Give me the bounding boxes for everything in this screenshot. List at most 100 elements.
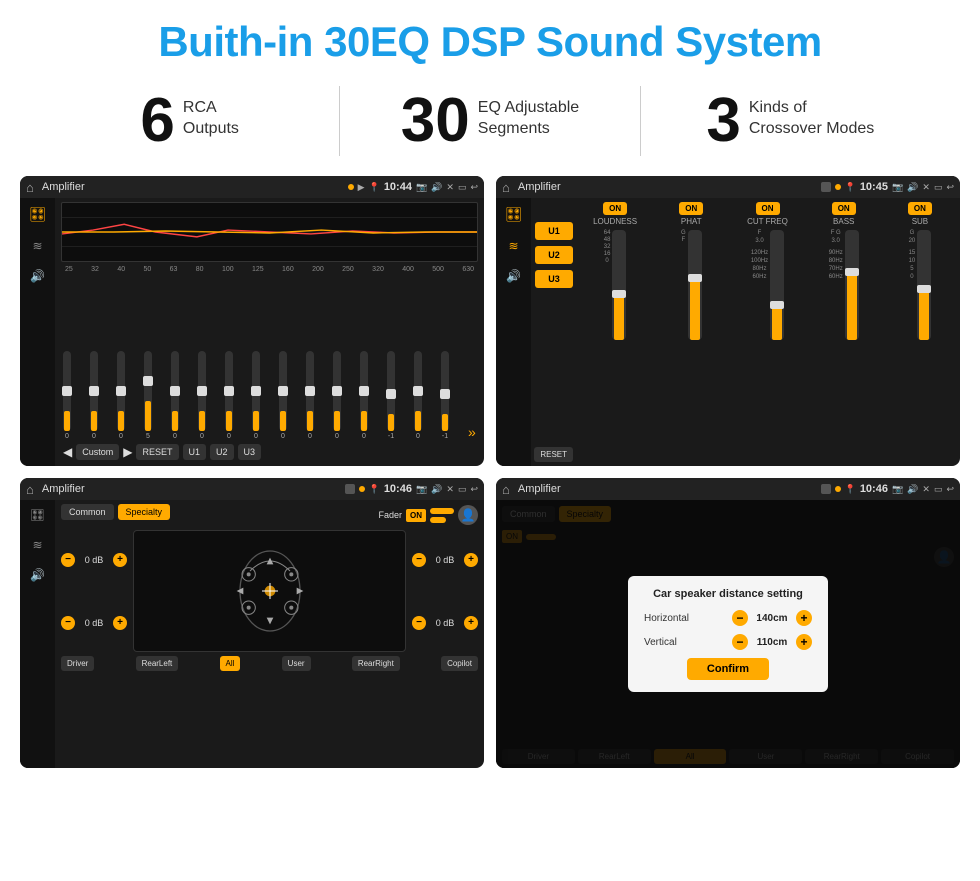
bass-slider[interactable]	[845, 230, 859, 340]
crossover-speaker-icon[interactable]: 🔊	[506, 269, 521, 283]
eq-filter-icon[interactable]: 🎛	[29, 206, 47, 223]
eq-prev-btn[interactable]: ◀	[63, 444, 72, 460]
eq-slider-13[interactable]: 0	[414, 351, 422, 440]
eq-u3-btn[interactable]: U3	[238, 444, 262, 460]
fader-copilot-btn[interactable]: Copilot	[441, 656, 478, 671]
fader-common-tab[interactable]: Common	[61, 504, 114, 520]
eq-slider-12[interactable]: -1	[387, 351, 395, 440]
crossover-wave-icon[interactable]: ≋	[508, 239, 518, 253]
dialog-back-icon[interactable]: ↩	[946, 484, 954, 495]
eq-screen: ⌂ Amplifier ▶ 📍 10:44 📷 🔊 ✕ ▭ ↩ 🎛 ≋ 🔊	[20, 176, 484, 466]
phat-on-btn[interactable]: ON	[679, 202, 703, 215]
eq-custom-btn[interactable]: Custom	[76, 444, 119, 460]
fader-bottom-btns: Driver RearLeft All User RearRight Copil…	[61, 656, 478, 671]
eq-slider-9[interactable]: 0	[306, 351, 314, 440]
freq-160: 160	[282, 266, 294, 273]
fader-plus-4[interactable]: +	[464, 616, 478, 630]
fader-wave-icon[interactable]: ≋	[32, 538, 42, 552]
fader-driver-btn[interactable]: Driver	[61, 656, 94, 671]
fader-minus-3[interactable]: −	[412, 553, 426, 567]
bass-on-btn[interactable]: ON	[832, 202, 856, 215]
fader-val-1: 0 dB	[79, 555, 109, 565]
eq-slider-7[interactable]: 0	[252, 351, 260, 440]
eq-slider-1[interactable]: 0	[90, 351, 98, 440]
eq-home-icon[interactable]: ⌂	[26, 180, 34, 195]
sub-on-btn[interactable]: ON	[908, 202, 932, 215]
eq-slider-3[interactable]: 5	[144, 351, 152, 440]
cutfreq-slider[interactable]	[770, 230, 784, 340]
crossover-reset-btn[interactable]: RESET	[534, 447, 573, 462]
preset-u2-btn[interactable]: U2	[535, 246, 573, 264]
dialog-vertical-plus[interactable]: +	[796, 634, 812, 650]
eq-speaker-icon[interactable]: 🔊	[30, 269, 45, 283]
crossover-filter-icon[interactable]: 🎛	[505, 206, 523, 223]
dialog-box: Car speaker distance setting Horizontal …	[628, 576, 828, 692]
ctrl-phat: ON PHAT G F	[655, 202, 727, 462]
eq-slider-5[interactable]: 0	[198, 351, 206, 440]
eq-reset-btn[interactable]: RESET	[136, 444, 178, 460]
crossover-back-icon[interactable]: ↩	[946, 182, 954, 193]
eq-slider-6[interactable]: 0	[225, 351, 233, 440]
eq-vol-icon: 🔊	[431, 182, 442, 193]
fader-tabs: Common Specialty	[61, 504, 170, 520]
loudness-slider[interactable]	[612, 230, 626, 340]
fader-filter-icon[interactable]: 🎛	[30, 508, 45, 522]
fader-val-3: 0 dB	[430, 555, 460, 565]
fader-minus-4[interactable]: −	[412, 616, 426, 630]
eq-slider-0[interactable]: 0	[63, 351, 71, 440]
stat-crossover-number: 3	[706, 90, 740, 152]
dialog-horizontal-minus[interactable]: −	[732, 610, 748, 626]
preset-u1-btn[interactable]: U1	[535, 222, 573, 240]
eq-slider-8[interactable]: 0	[279, 351, 287, 440]
ctrl-loudness: ON LOUDNESS 64 48 32 16 0	[579, 202, 651, 462]
stat-crossover: 3 Kinds ofCrossover Modes	[661, 90, 920, 152]
dialog-confirm-btn[interactable]: Confirm	[687, 658, 769, 680]
fader-minus-2[interactable]: −	[61, 616, 75, 630]
fader-rearright-btn[interactable]: RearRight	[352, 656, 400, 671]
loudness-on-btn[interactable]: ON	[603, 202, 627, 215]
fader-rearleft-btn[interactable]: RearLeft	[136, 656, 179, 671]
fader-user-btn[interactable]: User	[282, 656, 311, 671]
fader-home-icon[interactable]: ⌂	[26, 482, 34, 497]
fader-db-row-4: − 0 dB +	[412, 616, 478, 630]
fader-minus-1[interactable]: −	[61, 553, 75, 567]
eq-slider-2[interactable]: 0	[117, 351, 125, 440]
phat-slider[interactable]	[688, 230, 702, 340]
fader-label: Fader	[378, 510, 402, 520]
eq-slider-14[interactable]: -1	[441, 351, 449, 440]
dialog-home-icon[interactable]: ⌂	[502, 482, 510, 497]
preset-u3-btn[interactable]: U3	[535, 270, 573, 288]
fader-icon1	[345, 484, 355, 494]
eq-slider-4[interactable]: 0	[171, 351, 179, 440]
eq-slider-11[interactable]: 0	[360, 351, 368, 440]
eq-graph	[61, 202, 478, 262]
eq-u2-btn[interactable]: U2	[210, 444, 234, 460]
fader-screen: ⌂ Amplifier 📍 10:46 📷 🔊 ✕ ▭ ↩ 🎛 ≋ 🔊 C	[20, 478, 484, 768]
bass-label: BASS	[833, 217, 854, 226]
eq-back-icon[interactable]: ↩	[470, 182, 478, 193]
fader-all-btn[interactable]: All	[220, 656, 241, 671]
crossover-time: 10:45	[860, 181, 888, 193]
fader-on-btn[interactable]: ON	[406, 509, 426, 522]
stat-rca: 6 RCAOutputs	[60, 90, 319, 152]
fader-plus-1[interactable]: +	[113, 553, 127, 567]
eq-slider-10[interactable]: 0	[333, 351, 341, 440]
eq-wave-icon[interactable]: ≋	[32, 239, 42, 253]
crossover-cam-icon: 📷	[892, 182, 903, 193]
dialog-vertical-minus[interactable]: −	[732, 634, 748, 650]
fader-speaker-icon[interactable]: 🔊	[30, 568, 45, 582]
eq-u1-btn[interactable]: U1	[183, 444, 207, 460]
fader-plus-2[interactable]: +	[113, 616, 127, 630]
loudness-label: LOUDNESS	[593, 217, 637, 226]
dialog-horizontal-plus[interactable]: +	[796, 610, 812, 626]
sub-slider[interactable]	[917, 230, 931, 340]
fader-plus-3[interactable]: +	[464, 553, 478, 567]
cutfreq-on-btn[interactable]: ON	[756, 202, 780, 215]
crossover-home-icon[interactable]: ⌂	[502, 180, 510, 195]
fader-x-icon: ✕	[446, 484, 454, 495]
eq-next-btn[interactable]: ▶	[123, 444, 132, 460]
fader-specialty-tab[interactable]: Specialty	[118, 504, 171, 520]
fader-back-icon[interactable]: ↩	[470, 484, 478, 495]
eq-slider-more[interactable]: »	[468, 424, 476, 440]
ctrl-sub: ON SUB G 20 15 10 5 0	[884, 202, 956, 462]
